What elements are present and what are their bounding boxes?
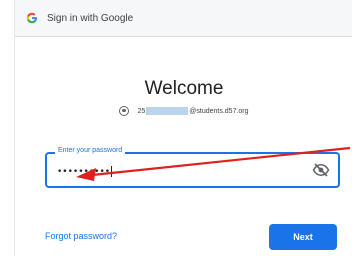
eye-off-icon[interactable]	[312, 162, 330, 178]
email-prefix: 25	[137, 107, 146, 115]
text-caret	[111, 166, 113, 177]
redaction-block	[146, 107, 189, 115]
password-field-label: Enter your password	[55, 147, 126, 154]
google-g-icon	[25, 11, 39, 25]
title-bar: Sign in with Google	[15, 0, 352, 37]
forgot-password-link[interactable]: Forgot password?	[45, 231, 117, 241]
account-circle-icon	[119, 106, 130, 116]
password-field[interactable]: Enter your password ••••••••••	[45, 147, 340, 188]
sign-in-window: Sign in with Google Welcome 25 @students…	[14, 0, 352, 256]
next-button[interactable]: Next	[269, 224, 337, 250]
account-chip[interactable]: 25 @students.d57.org	[15, 106, 352, 116]
window-title: Sign in with Google	[47, 12, 134, 24]
page-title: Welcome	[144, 78, 224, 99]
password-input[interactable]: ••••••••••	[57, 166, 113, 177]
email-domain: @students.d57.org	[189, 107, 249, 115]
password-masked-value: ••••••••••	[57, 167, 111, 177]
